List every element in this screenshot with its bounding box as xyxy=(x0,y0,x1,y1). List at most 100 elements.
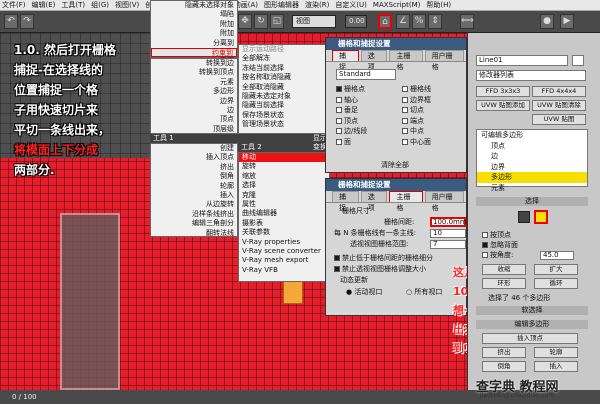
snap-toggle-icon[interactable]: ⌂ xyxy=(378,14,392,29)
snap-option[interactable]: 轴心 xyxy=(336,95,396,106)
stack-item[interactable]: 边界 xyxy=(477,162,587,173)
spinner-snap-icon[interactable]: ⇕ xyxy=(428,14,442,29)
insert-vertex-button[interactable]: 插入顶点 xyxy=(482,333,578,344)
menu-item[interactable]: 插入顶点 xyxy=(151,153,237,162)
snap-option[interactable]: 面 xyxy=(336,137,396,148)
ffd333-button[interactable]: FFD 3x3x3 xyxy=(476,86,530,97)
object-name-field[interactable]: Line01 xyxy=(476,55,568,66)
inset-button[interactable]: 插入 xyxy=(534,361,578,372)
menu-item[interactable]: 翻转法线 xyxy=(151,229,237,238)
menu-item[interactable]: 组(G) xyxy=(91,0,109,10)
by-vertex-option[interactable]: 按顶点 xyxy=(482,230,511,241)
element-mode-icon[interactable] xyxy=(534,210,548,224)
grow-button[interactable]: 扩大 xyxy=(534,264,578,275)
uvw-add-button[interactable]: UVW 贴图添加 xyxy=(476,100,530,111)
clear-all-button[interactable]: 清除全部 xyxy=(381,160,409,170)
menu-item[interactable]: 选择 xyxy=(239,181,329,190)
menu-item[interactable]: 多边形 xyxy=(151,87,237,96)
menu-item[interactable]: 隐藏当前选择 xyxy=(239,101,329,110)
snap-option[interactable]: 边界框 xyxy=(402,95,462,106)
modifier-list-dropdown[interactable]: 修改器列表 xyxy=(476,70,586,81)
snap-option[interactable]: 中点 xyxy=(402,126,462,137)
menu-item[interactable]: 全部解冻 xyxy=(239,54,329,63)
mirror-icon[interactable]: ⟺ xyxy=(460,14,474,29)
menu-item[interactable]: 冻结当前选择 xyxy=(239,64,329,73)
scale-icon[interactable]: ◱ xyxy=(270,14,284,29)
menu-item[interactable]: 转换到顶点 xyxy=(151,68,237,77)
menu-item[interactable]: 保存场景状态 xyxy=(239,111,329,120)
dialog-tab[interactable]: 主栅格 xyxy=(389,191,423,212)
checkbox[interactable] xyxy=(482,242,488,248)
polygon-mode-icon[interactable] xyxy=(518,211,530,223)
checkbox[interactable] xyxy=(402,107,408,114)
menu-item[interactable]: 摄影表 xyxy=(239,219,329,228)
checkbox[interactable] xyxy=(402,96,408,103)
stack-item[interactable]: 边 xyxy=(477,151,587,162)
stack-item[interactable]: 元素 xyxy=(477,183,587,194)
object-color-swatch[interactable] xyxy=(572,55,584,66)
menu-item[interactable]: 管理场景状态 xyxy=(239,120,329,129)
dialog-tab[interactable]: 捕捉 xyxy=(332,191,359,212)
snap-option[interactable]: 顶点 xyxy=(336,116,396,127)
dialog-tab[interactable]: 用户栅格 xyxy=(424,50,465,71)
percent-snap-icon[interactable]: % xyxy=(412,14,426,29)
menu-item[interactable]: 属性 xyxy=(239,200,329,209)
menu-item[interactable]: 移动 xyxy=(239,153,329,163)
menu-item[interactable]: 转换到边 xyxy=(151,59,237,68)
stack-item[interactable]: 可编辑多边形 xyxy=(477,130,587,141)
menu-item[interactable]: 自定义(U) xyxy=(335,0,367,10)
ffd444-button[interactable]: FFD 4x4x4 xyxy=(532,86,586,97)
menu-item[interactable]: 隐藏未选择对象 xyxy=(151,1,237,10)
checkbox[interactable] xyxy=(336,96,342,103)
menu-item[interactable]: 轮廓 xyxy=(151,182,237,191)
edit-polygons-rollout[interactable]: 编辑多边形 xyxy=(476,320,588,329)
uvw-clear-button[interactable]: UVW 贴图清除 xyxy=(532,100,586,111)
menu-item[interactable]: 元素 xyxy=(151,78,237,87)
menu-item[interactable]: 附加 xyxy=(151,29,237,38)
snap-option[interactable]: 边/线段 xyxy=(336,126,396,137)
ring-button[interactable]: 环形 xyxy=(482,278,526,289)
checkbox[interactable] xyxy=(402,128,408,135)
rotate-icon[interactable]: ↻ xyxy=(254,14,268,29)
menu-item[interactable]: 附加 xyxy=(151,20,237,29)
menu-item[interactable]: 工具(T) xyxy=(61,0,85,10)
menu-item[interactable]: 关联参数 xyxy=(239,228,329,237)
checkbox[interactable] xyxy=(334,266,340,272)
menu-item[interactable]: 创建 xyxy=(151,144,237,153)
menu-item[interactable]: 塌陷 xyxy=(151,10,237,19)
menu-item[interactable]: 从边旋转 xyxy=(151,200,237,209)
menu-item[interactable]: 视图(V) xyxy=(115,0,139,10)
menu-item[interactable]: 分离到 xyxy=(151,39,237,48)
checkbox[interactable] xyxy=(402,86,408,92)
menu-item[interactable]: 文件(F) xyxy=(2,0,26,10)
menu-item[interactable]: V-Ray scene converter xyxy=(239,247,329,256)
snap-option[interactable]: 端点 xyxy=(402,116,462,127)
snap-option[interactable]: 切点 xyxy=(402,105,462,116)
inhibit-subdivision-option[interactable]: 禁止低于栅格间距的栅格细分 xyxy=(334,253,433,264)
checkbox[interactable] xyxy=(402,138,408,145)
snap-option[interactable]: 垂足 xyxy=(336,105,396,116)
checkbox[interactable] xyxy=(336,117,342,124)
redo-icon[interactable]: ↷ xyxy=(20,14,34,29)
dialog-tab[interactable]: 选项 xyxy=(360,191,388,212)
snap-type-dropdown[interactable]: Standard xyxy=(336,69,396,80)
inhibit-persp-resize-option[interactable]: 禁止透视视图栅格调整大小 xyxy=(334,264,426,275)
major-lines-input[interactable]: 10 xyxy=(430,229,466,238)
soft-selection-rollout[interactable]: 软选择 xyxy=(476,306,588,315)
checkbox[interactable] xyxy=(402,117,408,124)
dialog-title[interactable]: 栅格和捕捉设置 xyxy=(326,179,466,191)
checkbox[interactable] xyxy=(336,86,342,92)
menu-item[interactable]: V-Ray properties xyxy=(239,238,329,247)
menu-item[interactable]: V-Ray mesh export xyxy=(239,256,329,265)
active-viewport-radio[interactable]: ● 活动视口 xyxy=(346,287,382,298)
dialog-tab[interactable]: 用户栅格 xyxy=(424,191,465,212)
menu-item[interactable]: 沿样条线挤出 xyxy=(151,210,237,219)
bevel-button[interactable]: 倒角 xyxy=(482,361,526,372)
menu-item[interactable]: 按名称取消隐藏 xyxy=(239,73,329,82)
grid-spacing-input[interactable]: 100.0mm xyxy=(430,217,467,227)
menu-item[interactable]: 缩放 xyxy=(239,172,329,181)
menu-item[interactable]: 显示运动路径 xyxy=(239,45,329,54)
dialog-tab[interactable]: 捕捉 xyxy=(332,50,359,71)
stack-item[interactable]: 顶点 xyxy=(477,141,587,152)
persp-extent-input[interactable]: 7 xyxy=(430,240,466,249)
